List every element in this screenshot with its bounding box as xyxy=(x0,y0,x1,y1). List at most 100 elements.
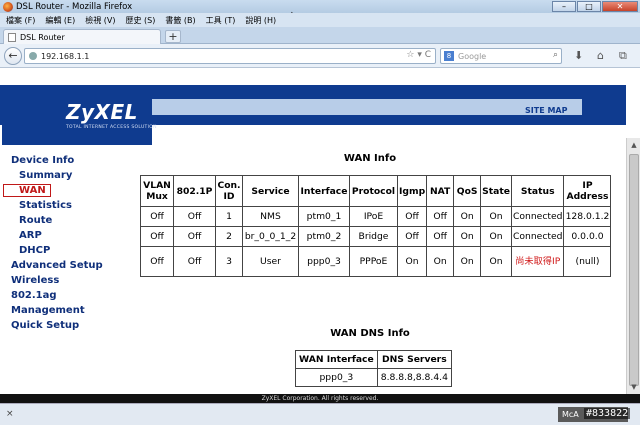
menu-view[interactable]: 檢視 (V) xyxy=(85,15,115,26)
scroll-thumb[interactable] xyxy=(629,154,639,386)
cell: Off xyxy=(173,206,216,227)
nav-management[interactable]: Management xyxy=(0,303,140,318)
nav-route[interactable]: Route xyxy=(0,213,140,228)
cell: ppp0_3 xyxy=(295,368,378,387)
cell: Off xyxy=(173,226,216,247)
search-engine-icon[interactable]: 8 xyxy=(444,51,454,61)
vertical-scrollbar[interactable]: ▲ ▼ xyxy=(626,138,640,394)
active-nav-highlight xyxy=(3,184,51,197)
minimize-button[interactable]: – xyxy=(552,1,576,12)
cell: On xyxy=(426,246,455,277)
cell: On xyxy=(453,206,482,227)
cell: Off xyxy=(140,226,174,247)
maximize-button[interactable]: □ xyxy=(577,1,601,12)
nav-8021ag[interactable]: 802.1ag xyxy=(0,288,140,303)
navigation-toolbar: ← 192.168.1.1 ☆ ▾ C 8 Google ⌕ ⬇ ⌂ ⧉ xyxy=(0,44,640,68)
url-text: 192.168.1.1 xyxy=(41,51,90,61)
cell: 3 xyxy=(215,246,243,277)
nav-statistics[interactable]: Statistics xyxy=(0,198,140,213)
nav-arp[interactable]: ARP xyxy=(0,228,140,243)
bookmark-star-icon[interactable]: ☆ ▾ C xyxy=(406,50,431,60)
close-addon-bar-icon[interactable]: × xyxy=(6,409,14,419)
site-identity-icon[interactable] xyxy=(29,52,37,60)
nav-dhcp[interactable]: DHCP xyxy=(0,243,140,258)
close-window-button[interactable]: ✕ xyxy=(602,1,638,12)
window-titlebar: DSL Router - Mozilla Firefox – □ ✕ xyxy=(0,0,640,13)
nav-wan[interactable]: WAN xyxy=(0,183,140,198)
col-wan-interface: WAN Interface xyxy=(295,350,378,369)
cell: IPoE xyxy=(349,206,398,227)
nav-advanced-setup[interactable]: Advanced Setup xyxy=(0,258,140,273)
cell: Connected xyxy=(510,226,565,247)
menu-file[interactable]: 檔案 (F) xyxy=(6,15,35,26)
col-igmp: Igmp xyxy=(396,175,428,207)
col-8021p: 802.1P xyxy=(173,175,216,207)
search-placeholder: Google xyxy=(458,51,487,61)
home-icon[interactable]: ⌂ xyxy=(597,49,604,62)
download-icon[interactable]: ⬇ xyxy=(574,49,583,62)
cell: On xyxy=(480,206,512,227)
menu-help[interactable]: 說明 (H) xyxy=(245,15,276,26)
site-map-link[interactable]: SITE MAP xyxy=(525,106,567,115)
menu-edit[interactable]: 編輯 (E) xyxy=(45,15,75,26)
nav-quick-setup[interactable]: Quick Setup xyxy=(0,318,140,333)
cell: Off xyxy=(396,206,428,227)
table-row: Off Off 2 br_0_0_1_2 ptm0_2 Bridge Off O… xyxy=(140,226,612,247)
tab-strip: DSL Router + xyxy=(0,27,640,44)
watermark: #833822 xyxy=(584,408,631,419)
cell: PPPoE xyxy=(349,246,398,277)
cell: On xyxy=(396,246,428,277)
cell: Off xyxy=(426,206,455,227)
cell: On xyxy=(453,226,482,247)
col-con-id: Con. ID xyxy=(215,175,243,207)
wan-dns-info-title: WAN DNS Info xyxy=(330,328,410,339)
zyxel-logo: ZyXEL xyxy=(66,100,138,124)
search-icon[interactable]: ⌕ xyxy=(553,50,558,60)
cell: ppp0_3 xyxy=(298,246,350,277)
menu-tools[interactable]: 工具 (T) xyxy=(206,15,236,26)
addon-bar: × McA xyxy=(0,403,640,425)
left-navigation: Device Info Summary WAN Statistics Route… xyxy=(0,153,140,333)
menu-bookmarks[interactable]: 書籤 (B) xyxy=(165,15,195,26)
nav-wireless[interactable]: Wireless xyxy=(0,273,140,288)
cell: On xyxy=(480,246,512,277)
menu-history[interactable]: 歷史 (S) xyxy=(126,15,156,26)
col-status: Status xyxy=(510,175,565,207)
table-row: Off Off 1 NMS ptm0_1 IPoE Off Off On On … xyxy=(140,206,612,227)
cell: ptm0_2 xyxy=(298,226,350,247)
search-bar[interactable]: 8 Google ⌕ xyxy=(440,48,562,64)
router-footer: ZyXEL Corporation. All rights reserved. xyxy=(0,394,640,403)
wan-info-table: VLAN Mux 802.1P Con. ID Service Interfac… xyxy=(140,175,612,277)
cell: Connected xyxy=(510,206,565,227)
wan-info-title: WAN Info xyxy=(343,153,397,164)
tab-dsl-router[interactable]: DSL Router xyxy=(3,29,161,44)
back-button[interactable]: ← xyxy=(4,47,22,65)
col-dns-servers: DNS Servers xyxy=(376,350,452,369)
page-content: ZyXEL TOTAL INTERNET ACCESS SOLUTION SIT… xyxy=(0,69,626,394)
col-vlan-mux: VLAN Mux xyxy=(140,175,174,207)
cell: Bridge xyxy=(349,226,398,247)
menubar: 檔案 (F) 編輯 (E) 檢視 (V) 歷史 (S) 書籤 (B) 工具 (T… xyxy=(0,13,640,27)
zyxel-tagline: TOTAL INTERNET ACCESS SOLUTION xyxy=(66,125,157,130)
scroll-up-arrow-icon[interactable]: ▲ xyxy=(627,138,640,152)
tab-label: DSL Router xyxy=(20,32,65,42)
site-map-bar xyxy=(152,99,582,115)
new-tab-button[interactable]: + xyxy=(165,30,181,43)
wan-dns-table: WAN Interface DNS Servers ppp0_3 8.8.8.8… xyxy=(295,350,452,387)
cell: Off xyxy=(140,246,174,277)
url-bar[interactable]: 192.168.1.1 ☆ ▾ C xyxy=(24,48,436,64)
scroll-down-arrow-icon[interactable]: ▼ xyxy=(627,380,640,394)
cell: 8.8.8.8,8.8.4.4 xyxy=(376,368,452,387)
cell: ptm0_1 xyxy=(298,206,350,227)
cell: br_0_0_1_2 xyxy=(242,226,299,247)
cell: On xyxy=(480,226,512,247)
nav-summary[interactable]: Summary xyxy=(0,168,140,183)
table-row: ppp0_3 8.8.8.8,8.8.4.4 xyxy=(295,368,452,387)
extension-icon[interactable]: ⧉ xyxy=(619,49,627,63)
cell: User xyxy=(242,246,299,277)
window-controls: – □ ✕ xyxy=(551,1,638,12)
col-protocol: Protocol xyxy=(349,175,398,207)
nav-device-info[interactable]: Device Info xyxy=(0,153,140,168)
table-row: Off Off 3 User ppp0_3 PPPoE On On On On … xyxy=(140,246,612,277)
cell: Off xyxy=(173,246,216,277)
